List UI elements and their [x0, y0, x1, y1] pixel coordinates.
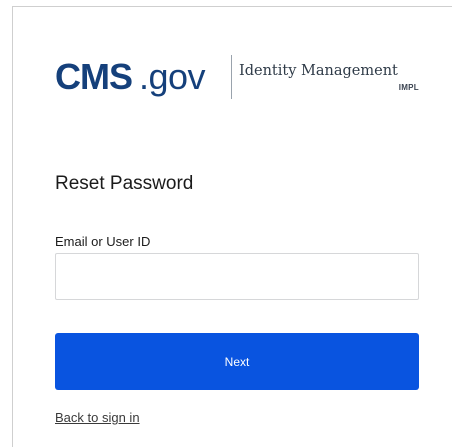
logo-divider [231, 55, 232, 99]
logo-gov-text: .gov [139, 56, 206, 97]
email-or-userid-input[interactable] [55, 253, 419, 300]
page-title: Reset Password [55, 173, 194, 194]
logo-product-name: Identity Management [239, 63, 398, 79]
email-field-label: Email or User ID [55, 234, 151, 249]
next-button[interactable]: Next [55, 333, 419, 390]
environment-badge: IMPL [398, 83, 419, 92]
back-to-sign-in-link[interactable]: Back to sign in [55, 410, 140, 425]
auth-card: CMS .gov Identity Management IMPL Reset … [12, 6, 452, 447]
cms-identity-management-logo: CMS .gov Identity Management IMPL [55, 47, 435, 107]
logo-cms-text: CMS [55, 56, 133, 97]
reset-password-page: CMS .gov Identity Management IMPL Reset … [0, 0, 452, 447]
